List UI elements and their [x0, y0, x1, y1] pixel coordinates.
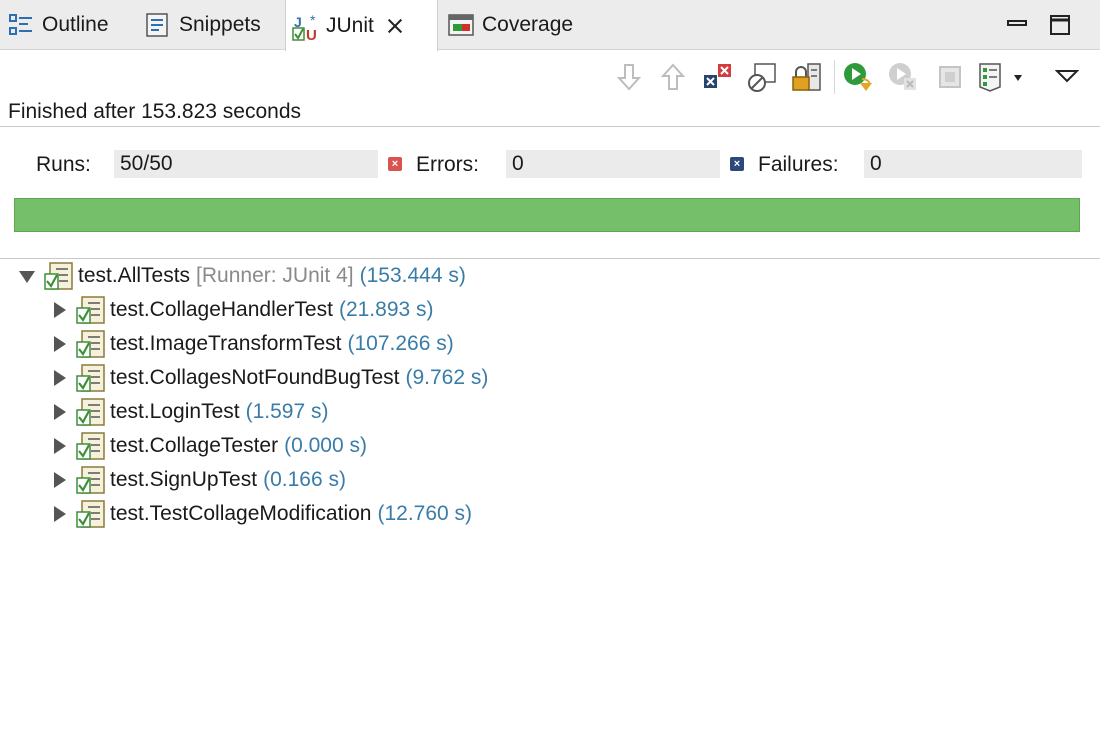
- runs-value: 50/50: [114, 150, 378, 178]
- error-icon: ×: [388, 157, 402, 171]
- close-icon[interactable]: [386, 17, 404, 35]
- tab-junit[interactable]: J * U JUnit: [285, 0, 438, 51]
- coverage-icon: [448, 12, 474, 38]
- test-time: (0.166 s): [263, 468, 346, 491]
- tab-snippets[interactable]: Snippets: [145, 0, 261, 50]
- tree-child-row[interactable]: test.CollagesNotFoundBugTest (9.762 s): [50, 362, 488, 394]
- divider: [0, 126, 1100, 127]
- test-suite-ok-icon: [44, 261, 74, 291]
- test-class-name: test.CollagesNotFoundBugTest: [110, 366, 400, 389]
- test-run-history-icon[interactable]: [975, 58, 1027, 96]
- svg-text:*: *: [310, 13, 316, 28]
- divider: [0, 258, 1100, 259]
- test-suite-ok-icon: [76, 329, 106, 359]
- rerun-failed-first-icon[interactable]: [887, 58, 921, 96]
- view-menu-icon[interactable]: [1050, 58, 1084, 96]
- view-tab-bar: Outline Snippets J * U JUnit Coverage: [0, 0, 1100, 51]
- failures-value: 0: [864, 150, 1082, 178]
- maximize-icon[interactable]: [1045, 0, 1075, 50]
- expand-toggle-icon[interactable]: [50, 301, 68, 319]
- runs-label: Runs:: [36, 153, 91, 176]
- test-suite-ok-icon: [76, 499, 106, 529]
- errors-value: 0: [506, 150, 720, 178]
- runner-label: [Runner: JUnit 4]: [196, 264, 354, 287]
- previous-failure-icon[interactable]: [656, 58, 690, 96]
- junit-icon: J * U: [292, 12, 318, 44]
- tree-child-row[interactable]: test.CollageTester (0.000 s): [50, 430, 367, 462]
- test-suite-ok-icon: [76, 431, 106, 461]
- errors-label: Errors:: [416, 153, 479, 176]
- test-time: (9.762 s): [405, 366, 489, 389]
- tree-child-row[interactable]: test.CollageHandlerTest (21.893 s): [50, 294, 434, 326]
- tree-child-row[interactable]: test.ImageTransformTest (107.266 s): [50, 328, 454, 360]
- tab-coverage[interactable]: Coverage: [448, 0, 573, 50]
- tree-root-row[interactable]: test.AllTests [Runner: JUnit 4] (153.444…: [18, 260, 466, 292]
- test-suite-ok-icon: [76, 363, 106, 393]
- failure-icon: ×: [730, 157, 744, 171]
- test-suite-name: test.AllTests: [78, 264, 191, 287]
- show-skipped-only-icon[interactable]: [745, 58, 779, 96]
- test-suite-ok-icon: [76, 397, 106, 427]
- tree-child-row[interactable]: test.TestCollageModification (12.760 s): [50, 498, 472, 530]
- test-class-name: test.LoginTest: [110, 400, 240, 423]
- expand-toggle-icon[interactable]: [50, 369, 68, 387]
- toolbar-separator: [834, 60, 835, 94]
- rerun-test-icon[interactable]: [842, 58, 876, 96]
- expand-toggle-icon[interactable]: [50, 471, 68, 489]
- stop-icon[interactable]: [933, 58, 967, 96]
- tree-child-row[interactable]: test.SignUpTest (0.166 s): [50, 464, 346, 496]
- run-status-text: Finished after 153.823 seconds: [8, 100, 302, 123]
- test-time: (0.000 s): [284, 434, 367, 457]
- test-time: (12.760 s): [377, 502, 473, 525]
- test-class-name: test.SignUpTest: [110, 468, 258, 491]
- test-class-name: test.ImageTransformTest: [110, 332, 342, 355]
- tab-outline[interactable]: Outline: [8, 0, 109, 50]
- expand-toggle-icon[interactable]: [50, 505, 68, 523]
- minimize-icon[interactable]: [1002, 0, 1032, 50]
- expand-toggle-icon[interactable]: [50, 437, 68, 455]
- tree-child-row[interactable]: test.LoginTest (1.597 s): [50, 396, 328, 428]
- failures-label: Failures:: [758, 153, 839, 176]
- test-time: (107.266 s): [347, 332, 454, 355]
- test-class-name: test.CollageHandlerTest: [110, 298, 333, 321]
- tab-label: Outline: [42, 13, 109, 36]
- outline-icon: [8, 12, 34, 38]
- tab-label: Coverage: [482, 13, 574, 36]
- next-failure-icon[interactable]: [612, 58, 646, 96]
- show-failures-only-icon[interactable]: [700, 58, 734, 96]
- expand-toggle-icon[interactable]: [50, 403, 68, 421]
- snippets-icon: [145, 12, 171, 38]
- test-class-name: test.CollageTester: [110, 434, 279, 457]
- test-time: (1.597 s): [245, 400, 329, 423]
- expand-toggle-icon[interactable]: [18, 267, 36, 285]
- test-time: (153.444 s): [359, 264, 466, 287]
- tab-label: JUnit: [326, 13, 374, 37]
- test-progress-bar: [14, 198, 1080, 232]
- test-suite-ok-icon: [76, 465, 106, 495]
- test-suite-ok-icon: [76, 295, 106, 325]
- svg-text:U: U: [306, 27, 317, 43]
- test-class-name: test.TestCollageModification: [110, 502, 372, 525]
- expand-toggle-icon[interactable]: [50, 335, 68, 353]
- test-time: (21.893 s): [338, 298, 434, 321]
- tab-label: Snippets: [179, 13, 261, 36]
- junit-toolbar: [0, 58, 1100, 96]
- scroll-lock-icon[interactable]: [790, 58, 824, 96]
